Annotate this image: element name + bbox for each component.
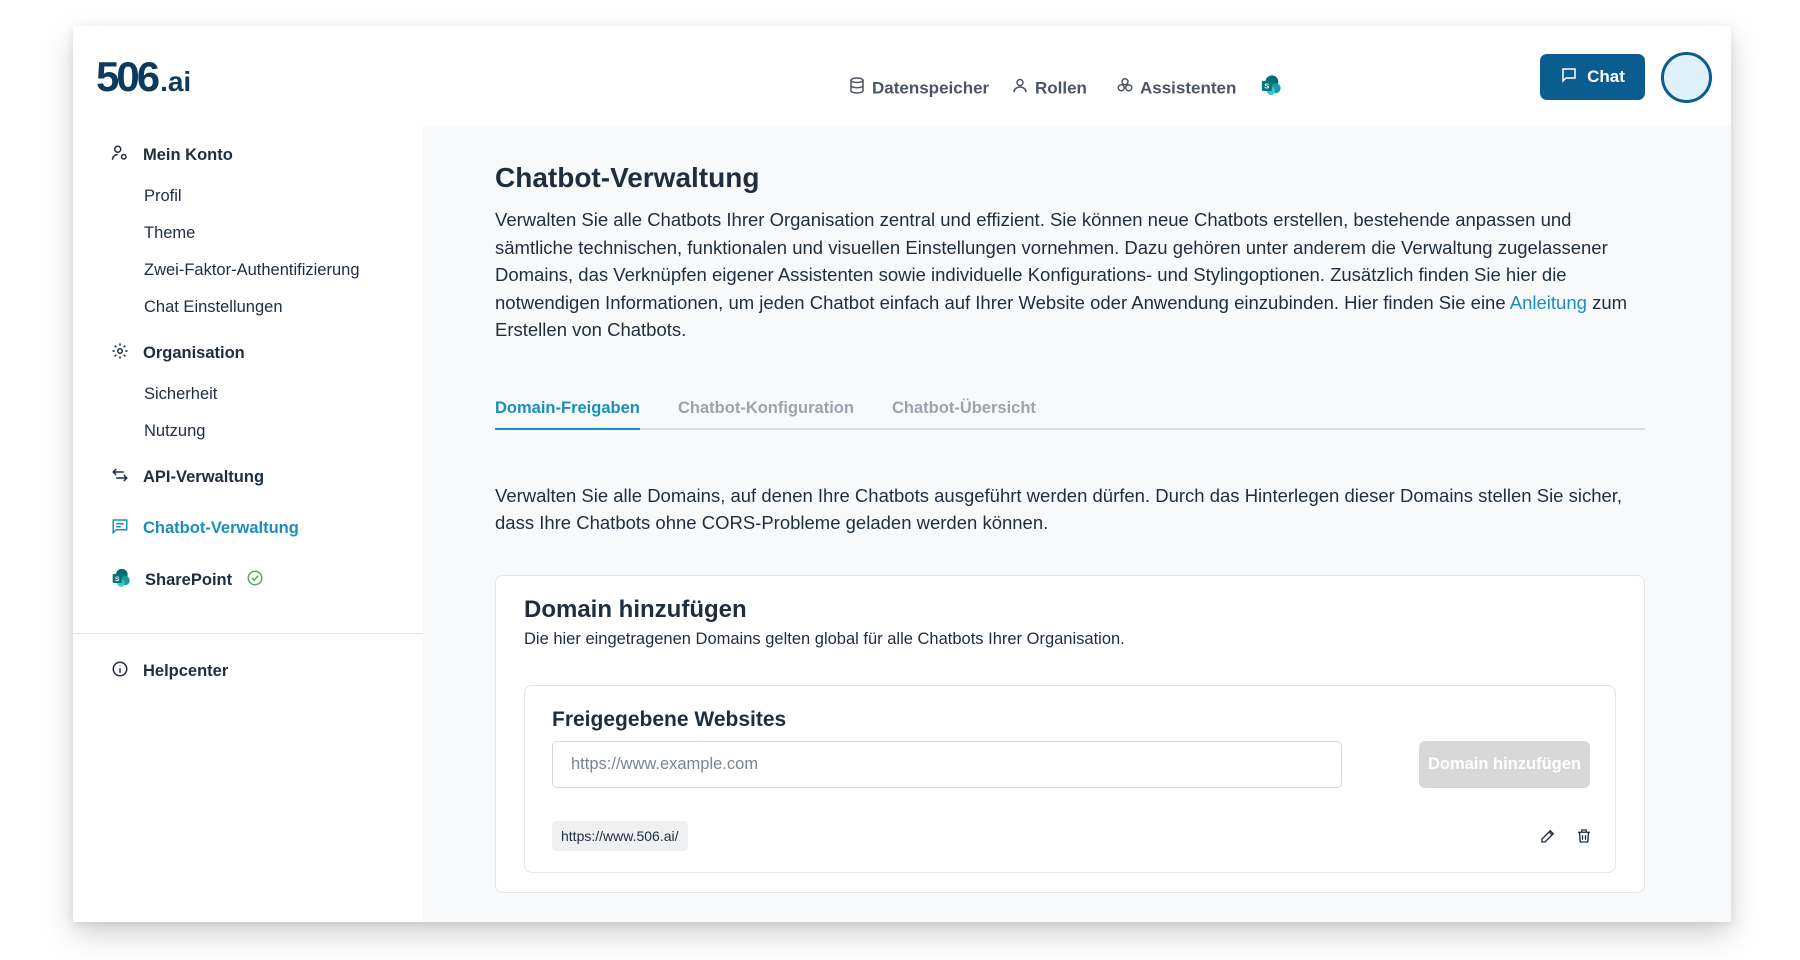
tab-description: Verwalten Sie alle Domains, auf denen Ih… (495, 485, 1623, 533)
sidebar: Mein Konto Profil Theme Zwei-Faktor-Auth… (73, 126, 423, 922)
app-window: 506 .ai Datenspeicher Rollen Assistenten… (73, 26, 1731, 922)
chat-lines-icon (111, 517, 129, 540)
user-settings-icon (111, 144, 129, 167)
domain-chip: https://www.506.ai/ (552, 821, 688, 851)
sidebar-item-label: Helpcenter (143, 662, 229, 680)
domain-url-input[interactable] (552, 741, 1342, 788)
gear-icon (111, 342, 129, 365)
svg-text:S: S (1264, 82, 1269, 91)
sidebar-item-sicherheit[interactable]: Sicherheit (144, 385, 217, 404)
sharepoint-icon: S (1260, 75, 1282, 102)
chat-bubble-icon (1560, 66, 1578, 89)
anleitung-link[interactable]: Anleitung (1510, 292, 1587, 313)
assistants-icon (1116, 77, 1134, 100)
card-title: Domain hinzufügen (524, 596, 747, 623)
database-icon (848, 77, 866, 100)
nav-rollen[interactable]: Rollen (1011, 77, 1087, 100)
sidebar-item-label: Organisation (143, 344, 245, 362)
check-circle-icon (246, 569, 264, 592)
tab-chatbot-konfiguration[interactable]: Chatbot-Konfiguration (678, 394, 854, 430)
sidebar-item-theme[interactable]: Theme (144, 224, 195, 243)
websites-panel: Freigegebene Websites Domain hinzufügen … (524, 685, 1616, 873)
sharepoint-icon: S (111, 568, 131, 593)
nav-sharepoint[interactable]: S (1260, 75, 1282, 102)
nav-label: Assistenten (1140, 78, 1237, 97)
avatar[interactable] (1661, 52, 1712, 103)
sidebar-item-2fa[interactable]: Zwei-Faktor-Authentifizierung (144, 261, 360, 280)
swap-arrows-icon (111, 466, 129, 489)
sidebar-item-label: Mein Konto (143, 146, 233, 164)
sidebar-item-organisation[interactable]: Organisation (111, 342, 245, 365)
logo[interactable]: 506 .ai (96, 53, 191, 101)
tab-chatbot-uebersicht[interactable]: Chatbot-Übersicht (892, 394, 1036, 430)
nav-assistenten[interactable]: Assistenten (1116, 77, 1236, 100)
logo-suffix: .ai (160, 66, 192, 97)
domain-card: Domain hinzufügen Die hier eingetragenen… (495, 575, 1645, 893)
nav-label: Rollen (1035, 78, 1087, 97)
sidebar-item-chatbot-verwaltung[interactable]: Chatbot-Verwaltung (111, 517, 299, 540)
add-domain-button[interactable]: Domain hinzufügen (1419, 741, 1590, 788)
nav-label: Datenspeicher (872, 78, 990, 97)
edit-pencil-icon[interactable] (1539, 827, 1557, 845)
logo-number: 506 (96, 53, 160, 100)
intro-body: Verwalten Sie alle Chatbots Ihrer Organi… (495, 209, 1608, 313)
nav-datenspeicher[interactable]: Datenspeicher (848, 77, 989, 100)
intro-text: Verwalten Sie alle Chatbots Ihrer Organi… (495, 206, 1645, 344)
sidebar-item-api-verwaltung[interactable]: API-Verwaltung (111, 466, 264, 489)
sidebar-item-label: SharePoint (145, 571, 233, 589)
tab-domain-freigaben[interactable]: Domain-Freigaben (495, 394, 640, 430)
top-bar: 506 .ai Datenspeicher Rollen Assistenten… (73, 26, 1731, 126)
sidebar-item-profil[interactable]: Profil (144, 187, 182, 206)
page-title: Chatbot-Verwaltung (495, 162, 760, 193)
sidebar-item-helpcenter[interactable]: Helpcenter (111, 660, 228, 683)
sidebar-item-mein-konto[interactable]: Mein Konto (111, 144, 233, 167)
card-subtitle: Die hier eingetragenen Domains gelten gl… (524, 630, 1125, 648)
user-icon (1011, 77, 1029, 100)
sidebar-item-chat-einstellungen[interactable]: Chat Einstellungen (144, 298, 283, 317)
chat-button-label: Chat (1587, 67, 1625, 86)
info-icon (111, 660, 129, 683)
tab-bar: Domain-Freigaben Chatbot-Konfiguration C… (495, 394, 1645, 430)
sidebar-item-nutzung[interactable]: Nutzung (144, 422, 205, 441)
sidebar-divider (73, 633, 423, 634)
main-content: Chatbot-Verwaltung Verwalten Sie alle Ch… (423, 126, 1731, 922)
trash-icon[interactable] (1575, 827, 1593, 845)
sidebar-item-label: Chatbot-Verwaltung (143, 519, 299, 537)
chat-button[interactable]: Chat (1540, 54, 1645, 100)
websites-title: Freigegebene Websites (552, 708, 787, 731)
svg-text:S: S (115, 576, 120, 583)
sidebar-item-sharepoint[interactable]: S SharePoint (111, 568, 264, 593)
sidebar-item-label: API-Verwaltung (143, 468, 265, 486)
